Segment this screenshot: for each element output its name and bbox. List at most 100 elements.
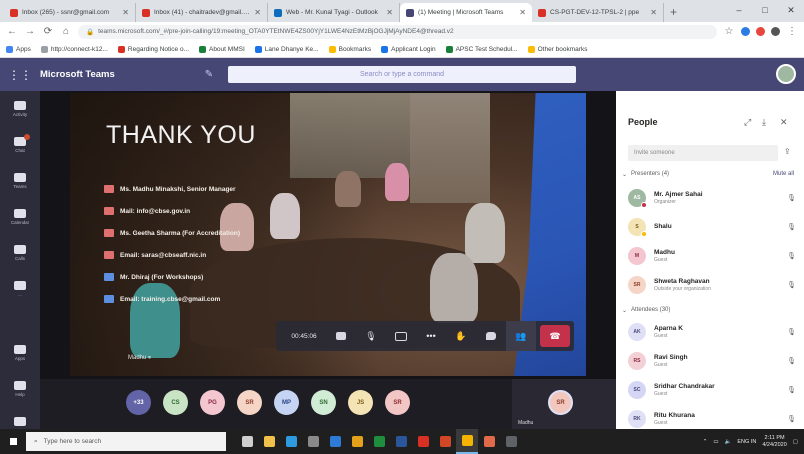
app-launcher-icon[interactable]: ⋮⋮	[0, 68, 40, 82]
microphone-button[interactable]: 🎙	[356, 321, 386, 351]
participant-row[interactable]: RS Ravi Singh Guest 🎙	[628, 348, 796, 374]
participant-row[interactable]: AS Mr. Ajmer Sahai Organizer 🎙	[628, 185, 796, 211]
participant-avatar[interactable]: CS	[163, 390, 188, 415]
rail-item-calls[interactable]: Calls	[0, 235, 40, 271]
bookmark-item[interactable]: Lane Dhanye Ke...	[254, 45, 319, 53]
rail-item-chat[interactable]: Chat	[0, 127, 40, 163]
taskbar-app-task-view[interactable]	[236, 429, 258, 454]
minimize-button[interactable]: –	[726, 0, 752, 22]
participant-row[interactable]: SR Shweta Raghavan Outside your organizati…	[628, 272, 796, 298]
share-button[interactable]	[386, 321, 416, 351]
pop-out-icon[interactable]: ⤢	[744, 117, 751, 128]
network-icon[interactable]: ▭	[713, 439, 718, 445]
rail-item-[interactable]: ...	[0, 271, 40, 307]
taskbar-app-acrobat[interactable]	[412, 429, 434, 454]
browser-tab[interactable]: Web - Mr. Kunal Tyagi - Outlook ✕	[268, 3, 400, 22]
participant-row[interactable]: S Shalu 🎙	[628, 214, 796, 240]
taskbar-app-app-extra[interactable]	[500, 429, 522, 454]
microphone-icon[interactable]: 🎙	[787, 328, 796, 336]
invite-input[interactable]: Invite someone	[628, 145, 778, 161]
taskbar-search[interactable]: ⌕ Type here to search	[26, 432, 226, 451]
participant-avatar[interactable]: MP	[274, 390, 299, 415]
microphone-icon[interactable]: 🎙	[787, 281, 796, 289]
microphone-icon[interactable]: 🎙	[787, 223, 796, 231]
bookmark-item[interactable]: About MMSI	[198, 45, 245, 53]
participant-avatar[interactable]: +33	[126, 390, 151, 415]
participants-button[interactable]: 👥	[506, 321, 536, 351]
bookmark-item[interactable]: Applicant Login	[381, 45, 436, 53]
browser-tab[interactable]: (1) Meeting | Microsoft Teams ✕	[400, 3, 532, 22]
taskbar-app-media-player[interactable]	[478, 429, 500, 454]
rail-item-teams[interactable]: Teams	[0, 163, 40, 199]
start-button[interactable]	[0, 429, 26, 454]
microphone-icon[interactable]: 🎙	[787, 415, 796, 423]
clock[interactable]: 2:11 PM 4/24/2020	[762, 435, 786, 449]
chat-button[interactable]	[476, 321, 506, 351]
close-tab-icon[interactable]: ✕	[122, 8, 129, 17]
rail-item-apps[interactable]: Apps	[0, 335, 40, 371]
maximize-button[interactable]: □	[752, 0, 778, 22]
new-tab-button[interactable]: +	[664, 3, 683, 22]
taskbar-app-chrome[interactable]	[456, 429, 478, 454]
menu-icon[interactable]: ⋮	[786, 26, 798, 37]
taskbar-app-chrome-alt[interactable]	[346, 429, 368, 454]
microphone-icon[interactable]: 🎙	[787, 357, 796, 365]
forward-button[interactable]: →	[24, 26, 36, 37]
address-bar[interactable]: 🔒 teams.microsoft.com/_#/pre-join-callin…	[78, 24, 717, 39]
rail-item-calendar[interactable]: Calendar	[0, 199, 40, 235]
bookmark-item[interactable]: Bookmarks	[328, 45, 371, 53]
participant-row[interactable]: AK Aparna K Guest 🎙	[628, 319, 796, 345]
taskbar-app-store[interactable]	[302, 429, 324, 454]
profile-avatar[interactable]	[771, 27, 780, 36]
raise-hand-button[interactable]: ✋	[446, 321, 476, 351]
taskbar-app-file-explorer[interactable]	[258, 429, 280, 454]
participant-row[interactable]: SC Sridhar Chandrakar Guest 🎙	[628, 377, 796, 403]
hang-up-button[interactable]: ☎	[540, 325, 570, 347]
bookmark-item[interactable]: http://connect-k12...	[40, 45, 108, 53]
back-button[interactable]: ←	[6, 26, 18, 37]
bookmark-item[interactable]: Regarding Notice o...	[117, 45, 189, 53]
microphone-icon[interactable]: 🎙	[787, 194, 796, 202]
reload-button[interactable]: ⟳	[42, 26, 54, 37]
browser-tab[interactable]: Inbox (41) - chaitradev@gmail.com ✕	[136, 3, 268, 22]
share-invite-icon[interactable]: ⇪	[784, 147, 791, 156]
taskbar-app-powerpoint[interactable]	[434, 429, 456, 454]
bookmark-item[interactable]: Apps	[6, 45, 31, 53]
presenters-header[interactable]: ⌄ Presenters (4)	[622, 171, 669, 178]
close-tab-icon[interactable]: ✕	[386, 8, 393, 17]
extension-icon[interactable]	[741, 27, 750, 36]
participant-avatar[interactable]: PG	[200, 390, 225, 415]
participant-avatar[interactable]: SR	[385, 390, 410, 415]
bookmark-item[interactable]: Other bookmarks	[527, 45, 587, 53]
participant-avatar[interactable]: SN	[311, 390, 336, 415]
camera-button[interactable]	[326, 321, 356, 351]
participant-avatar[interactable]: SR	[237, 390, 262, 415]
notifications-icon[interactable]: ▢	[793, 439, 798, 445]
home-button[interactable]: ⌂	[60, 26, 72, 37]
download-icon[interactable]: ⤓	[762, 117, 766, 128]
star-icon[interactable]: ☆	[723, 26, 735, 37]
close-tab-icon[interactable]: ✕	[254, 8, 261, 17]
browser-tab[interactable]: CS-PGT-DEV-12-TPSL-2 | ppe ✕	[532, 3, 664, 22]
compose-icon[interactable]: ✎	[190, 69, 228, 80]
user-avatar[interactable]	[776, 64, 796, 84]
microphone-icon[interactable]: 🎙	[787, 386, 796, 394]
extension-icon[interactable]	[756, 27, 765, 36]
mute-all-link[interactable]: Mute all	[773, 171, 794, 177]
close-window-button[interactable]: ✕	[778, 0, 804, 22]
browser-tab[interactable]: Inbox (265) - ssnr@gmail.com ✕	[4, 3, 136, 22]
taskbar-app-mail[interactable]	[324, 429, 346, 454]
volume-icon[interactable]: 🔈	[725, 439, 732, 445]
microphone-icon[interactable]: 🎙	[787, 252, 796, 260]
rail-item-help[interactable]: Help	[0, 371, 40, 407]
participant-avatar[interactable]: JS	[348, 390, 373, 415]
rail-item-activity[interactable]: Activity	[0, 91, 40, 127]
bookmark-item[interactable]: APSC Test Schedul...	[445, 45, 518, 53]
more-actions-button[interactable]: •••	[416, 321, 446, 351]
chevron-up-icon[interactable]: ⌃	[703, 439, 708, 445]
participant-row[interactable]: M Madhu Guest 🎙	[628, 243, 796, 269]
close-tab-icon[interactable]: ✕	[650, 8, 657, 17]
attendees-header[interactable]: ⌄ Attendees (30)	[622, 307, 670, 314]
search-input[interactable]: Search or type a command	[228, 66, 576, 83]
close-tab-icon[interactable]: ✕	[519, 8, 526, 17]
